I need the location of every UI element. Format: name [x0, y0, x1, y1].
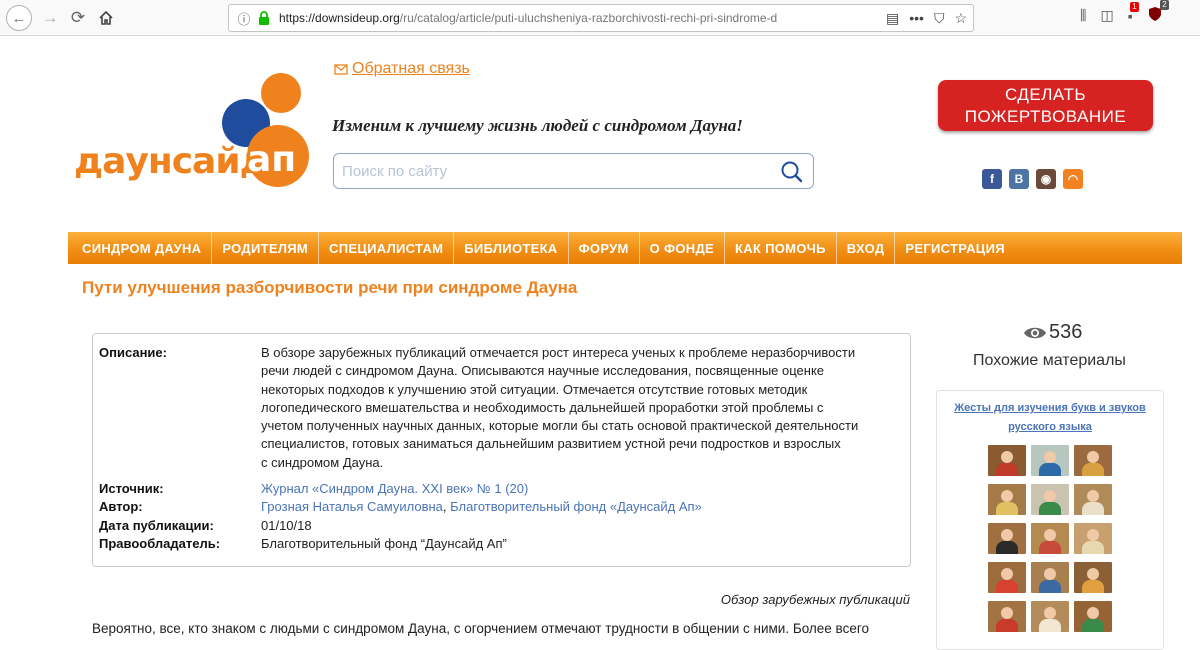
nav-item-login[interactable]: ВХОД — [837, 232, 896, 264]
thumbnail-image — [1074, 445, 1112, 476]
ublock-icon[interactable]: 2 — [1147, 0, 1169, 25]
similar-materials-box: Жесты для изучения букв и звуков русског… — [936, 390, 1164, 650]
thumbnail-image — [1031, 523, 1069, 554]
home-button[interactable] — [94, 6, 118, 30]
thumbnail-image — [988, 523, 1026, 554]
home-icon — [99, 10, 113, 25]
feedback-link[interactable]: Обратная связь — [334, 60, 470, 78]
donate-button[interactable]: СДЕЛАТЬ ПОЖЕРТВОВАНИЕ — [938, 80, 1153, 131]
vkontakte-icon[interactable]: B — [1009, 169, 1029, 189]
nav-item-library[interactable]: БИБЛИОТЕКА — [454, 232, 569, 264]
similar-material-thumbnails[interactable] — [988, 445, 1122, 632]
envelope-icon — [334, 63, 348, 75]
site-logo[interactable]: даунсайд ап — [68, 36, 318, 196]
browser-toolbar: ← → ⟳ ⓘ https://downsideup.org/ru/catalo… — [0, 0, 1200, 36]
nav-item-parents[interactable]: РОДИТЕЛЯМ — [212, 232, 320, 264]
reload-icon: ⟳ — [70, 8, 86, 27]
thumbnail-image — [1074, 484, 1112, 515]
facebook-icon[interactable]: f — [982, 169, 1002, 189]
article-body: Вероятно, все, кто знаком с людьми с син… — [92, 621, 869, 636]
view-count: 536 — [1023, 321, 1082, 344]
page-actions-icon[interactable]: ••• — [909, 10, 924, 26]
source-link[interactable]: Журнал «Синдром Дауна. XXI век» № 1 (20) — [261, 481, 528, 496]
rss-icon[interactable]: ◠ — [1063, 169, 1083, 189]
foundation-link[interactable]: Благотворительный фонд «Даунсайд Ап» — [450, 499, 702, 514]
nav-item-about[interactable]: О ФОНДЕ — [640, 232, 725, 264]
pocket-icon[interactable]: ⛉ — [934, 10, 945, 27]
main-navigation: СИНДРОМ ДАУНА РОДИТЕЛЯМ СПЕЦИАЛИСТАМ БИБ… — [68, 232, 1182, 264]
thumbnail-image — [1031, 445, 1069, 476]
description-text: В обзоре зарубежных публикаций отмечаетс… — [261, 345, 859, 470]
logo-word: даунсайд — [74, 141, 269, 182]
social-links: f B ◉ ◠ — [982, 169, 1083, 189]
author-label: Автор: — [99, 499, 143, 515]
rights-label: Правообладатель: — [99, 535, 221, 551]
info-icon[interactable]: ⓘ — [233, 9, 255, 28]
publication-date: 01/10/18 — [261, 517, 312, 533]
sidebar-icon[interactable]: ◫ — [1100, 7, 1113, 24]
rights-row: Правообладатель: Благотворительный фонд … — [99, 535, 904, 553]
search-input[interactable] — [334, 154, 754, 188]
page-title: Пути улучшения разборчивости речи при си… — [82, 278, 578, 297]
thumbnail-image — [1074, 562, 1112, 593]
source-label: Источник: — [99, 481, 164, 497]
thumbnail-image — [988, 445, 1026, 476]
description-label: Описание: — [99, 345, 167, 360]
search-button[interactable] — [779, 159, 805, 185]
search-box — [333, 153, 814, 189]
date-label: Дата публикации: — [99, 517, 214, 533]
library-icon[interactable]: ⫼ — [1080, 7, 1086, 24]
lock-icon[interactable] — [255, 11, 273, 25]
source-row: Источник: Журнал «Синдром Дауна. XXI век… — [99, 480, 904, 498]
thumbnail-image — [1074, 523, 1112, 554]
logo-ap: ап — [247, 139, 297, 180]
nav-item-specialists[interactable]: СПЕЦИАЛИСТАМ — [319, 232, 455, 264]
article-info-box: Описание: В обзоре зарубежных публикаций… — [92, 333, 911, 567]
similar-material-link[interactable]: Жесты для изучения букв и звуков русског… — [947, 399, 1153, 437]
nav-item-down-syndrome[interactable]: СИНДРОМ ДАУНА — [72, 232, 213, 264]
back-button[interactable]: ← — [6, 5, 32, 31]
url-text[interactable]: https://downsideup.org/ru/catalog/articl… — [279, 11, 819, 25]
site-slogan: Изменим к лучшему жизнь людей с синдромо… — [332, 116, 743, 135]
nav-item-register[interactable]: РЕГИСТРАЦИЯ — [895, 232, 1014, 264]
extension-icon[interactable]: ▪ 1 — [1128, 1, 1139, 24]
thumbnail-image — [1031, 601, 1069, 632]
review-note: Обзор зарубежных публикаций — [720, 592, 910, 607]
author-link[interactable]: Грозная Наталья Самуиловна — [261, 499, 443, 514]
arrow-left-icon: ← — [11, 9, 27, 27]
reader-view-icon[interactable]: ▤ — [886, 10, 899, 27]
reload-button[interactable]: ⟳ — [66, 6, 90, 30]
thumbnail-image — [988, 484, 1026, 515]
description-row: Описание: В обзоре зарубежных публикаций… — [99, 344, 904, 472]
thumbnail-image — [1074, 601, 1112, 632]
author-row: Автор: Грозная Наталья Самуиловна, Благо… — [99, 498, 904, 516]
thumbnail-image — [1031, 484, 1069, 515]
thumbnail-image — [988, 601, 1026, 632]
arrow-right-icon: → — [41, 8, 59, 27]
bookmark-star-icon[interactable]: ☆ — [954, 10, 967, 27]
rights-holder: Благотворительный фонд “Даунсайд Ап” — [261, 535, 507, 551]
nav-item-forum[interactable]: ФОРУМ — [569, 232, 640, 264]
eye-icon — [1024, 327, 1046, 338]
thumbnail-image — [1031, 562, 1069, 593]
address-bar[interactable]: ⓘ https://downsideup.org/ru/catalog/arti… — [228, 4, 974, 32]
date-row: Дата публикации: 01/10/18 — [99, 517, 904, 535]
forward-button[interactable]: → — [38, 6, 62, 30]
search-icon — [781, 161, 803, 183]
thumbnail-image — [988, 562, 1026, 593]
instagram-icon[interactable]: ◉ — [1036, 169, 1056, 189]
page-content: даунсайд ап Обратная связь Изменим к луч… — [68, 36, 1182, 650]
similar-materials-title: Похожие материалы — [973, 352, 1126, 369]
nav-item-how-to-help[interactable]: КАК ПОМОЧЬ — [725, 232, 837, 264]
